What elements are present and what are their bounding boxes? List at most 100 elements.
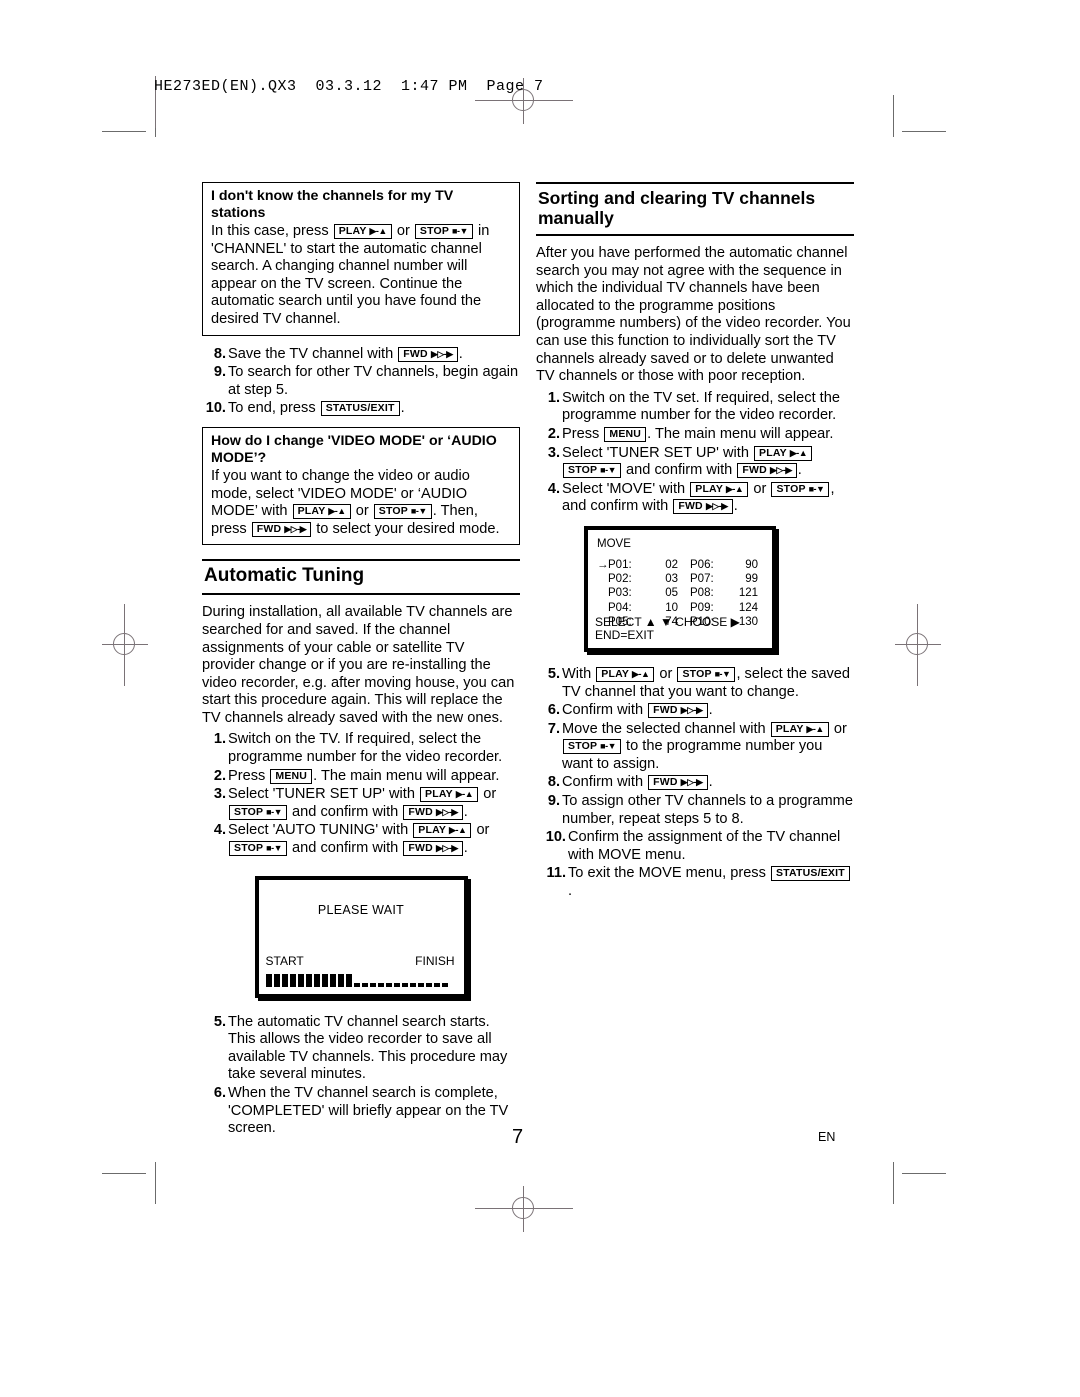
step-text-mid: . The main menu will appear. — [647, 425, 834, 442]
progress-segment-empty — [393, 982, 400, 987]
callout-unknown-channels: I don't know the channels for my TV stat… — [202, 182, 520, 336]
list-item: 7. Move the selected channel with PLAY ▶… — [536, 721, 854, 774]
fwd-key-glyph: ▶▷-▶ — [680, 705, 703, 716]
step-number: 10. — [205, 400, 226, 417]
step-number: 2. — [213, 767, 226, 784]
move-row-left-value: 02 — [665, 558, 678, 571]
fwd-key-glyph: ▶▷-▶ — [436, 843, 458, 854]
list-item: 9. To assign other TV channels to a prog… — [536, 793, 854, 828]
move-row-left-value: 05 — [665, 587, 678, 600]
crop-mark-bottom-left-h — [102, 1173, 146, 1174]
step-text-pre: With — [562, 665, 592, 682]
step-text-post: . — [400, 400, 405, 417]
step-number: 8. — [213, 345, 226, 362]
fwd-key-glyph: ▶▷-▶ — [680, 777, 703, 788]
step-number: 4. — [547, 480, 560, 497]
play-key: PLAY ▶-▲ — [596, 666, 655, 682]
page-language: EN — [818, 1130, 836, 1144]
heading-rule-bottom — [202, 593, 520, 596]
list-item: 1. Switch on the TV. If required, select… — [202, 731, 520, 766]
step-text-post: . — [458, 345, 463, 362]
stop-key: STOP ■-▼ — [373, 504, 432, 520]
play-key: PLAY ▶-▲ — [292, 504, 351, 520]
list-item: 8. Confirm with FWD ▶▷-▶. — [536, 774, 854, 792]
move-row-right-label: P09: — [690, 601, 714, 614]
step-text-post: . — [463, 803, 468, 820]
step-text: To end, press STATUS/EXIT. — [228, 400, 520, 418]
step-text-post: . — [708, 702, 713, 719]
move-menu-footer-line2: END=EXIT — [595, 628, 655, 643]
crop-mark-bottom-left-v — [155, 1162, 156, 1204]
fwd-key-label: FWD — [408, 842, 433, 855]
menu-key: MENU — [604, 426, 647, 442]
step-text-post: . — [733, 498, 738, 515]
stop-key-glyph: ■-▼ — [600, 465, 616, 476]
stop-key-label: STOP — [378, 505, 408, 518]
step-text: Select 'AUTO TUNING' with PLAY ▶-▲ or ST… — [228, 822, 520, 857]
progress-segment-empty — [369, 982, 376, 987]
progress-segment-empty — [401, 982, 408, 987]
tv-screen-please-wait: PLEASE WAIT START FINISH — [254, 875, 468, 998]
play-key-glyph: ▶-▲ — [789, 447, 808, 458]
step-number: 1. — [213, 731, 226, 748]
play-key-glyph: ▶-▲ — [806, 723, 824, 734]
stop-key-label: STOP — [776, 482, 806, 495]
step-text: To search for other TV channels, begin a… — [228, 364, 519, 398]
move-row-right-label: P08: — [690, 587, 714, 600]
step-text: Press MENU. The main menu will appear. — [562, 426, 854, 444]
play-key-label: PLAY — [601, 667, 629, 680]
stop-key-glyph: ■-▼ — [452, 226, 468, 236]
step-number: 9. — [547, 793, 560, 810]
play-key-glyph: ▶-▲ — [455, 789, 474, 800]
list-item: 10. Confirm the assignment of the TV cha… — [536, 829, 854, 864]
steps-continued-list: 8. Save the TV channel with FWD ▶▷-▶. 9.… — [202, 346, 520, 418]
callout-text-1: In this case, press — [211, 223, 329, 239]
crop-mark-top-left-h — [102, 131, 146, 132]
progress-segment-filled — [321, 973, 328, 987]
progress-segment-filled — [337, 973, 344, 987]
stop-key-glyph: ■-▼ — [600, 741, 616, 752]
progress-segment-filled — [297, 973, 304, 987]
cursor-arrow-icon — [597, 572, 608, 586]
move-row-right-label: P06: — [690, 558, 714, 571]
stop-key-label: STOP — [234, 805, 264, 818]
cursor-arrow-icon: → — [597, 558, 609, 571]
fwd-key-glyph: ▶▷-▶ — [770, 465, 792, 476]
step-text-mid: or — [833, 720, 847, 737]
fwd-key-glyph: ▶▷-▶ — [705, 501, 728, 512]
list-item: 2. Press MENU. The main menu will appear… — [536, 426, 854, 444]
fwd-key-label: FWD — [678, 500, 703, 513]
callout-video-audio-mode: How do I change 'VIDEO MODE' or ‘AUDIO M… — [202, 426, 520, 546]
play-key-label: PLAY — [759, 446, 787, 459]
automatic-tuning-heading: Automatic Tuning — [202, 559, 520, 596]
fwd-key-label: FWD — [742, 464, 767, 477]
progress-segment-filled — [281, 973, 288, 987]
progress-segment-empty — [441, 982, 448, 987]
progress-segment-filled — [329, 973, 336, 987]
move-row-left-value: 10 — [665, 601, 678, 614]
move-menu-row[interactable]: → P01: 02 P06: 90 — [597, 558, 766, 572]
fwd-key-label: FWD — [653, 776, 678, 789]
list-item: 3. Select 'TUNER SET UP' with PLAY ▶-▲ S… — [536, 445, 854, 480]
progress-segment-filled — [345, 973, 352, 987]
move-menu-row[interactable]: P04: 10 P09: 124 — [597, 601, 766, 615]
stop-key-glyph: ■-▼ — [714, 668, 731, 679]
step-text: To assign other TV channels to a program… — [562, 793, 853, 827]
step-text: To exit the MOVE menu, press STATUS/EXIT… — [568, 865, 854, 900]
automatic-tuning-intro: During installation, all available TV ch… — [202, 604, 515, 726]
step-number: 4. — [213, 822, 226, 839]
step-text: Press MENU. The main menu will appear. — [228, 768, 520, 786]
move-menu-row[interactable]: P03: 05 P08: 121 — [597, 586, 766, 600]
menu-key: MENU — [270, 768, 313, 784]
fwd-key: FWD ▶▷-▶ — [403, 804, 463, 820]
fwd-key-glyph: ▶▷-▶ — [436, 806, 458, 817]
progress-segment-filled — [265, 973, 272, 987]
play-key-label: PLAY — [695, 482, 723, 495]
step-number: 6. — [547, 702, 560, 719]
play-key: PLAY ▶-▲ — [333, 224, 392, 239]
move-menu-row[interactable]: P02: 03 P07: 99 — [597, 572, 766, 586]
play-key: PLAY ▶-▲ — [413, 823, 472, 839]
move-row-left-label: P04: — [608, 601, 632, 614]
step-text-pre: Select 'TUNER SET UP' with — [228, 786, 415, 803]
step-number: 3. — [213, 786, 226, 803]
